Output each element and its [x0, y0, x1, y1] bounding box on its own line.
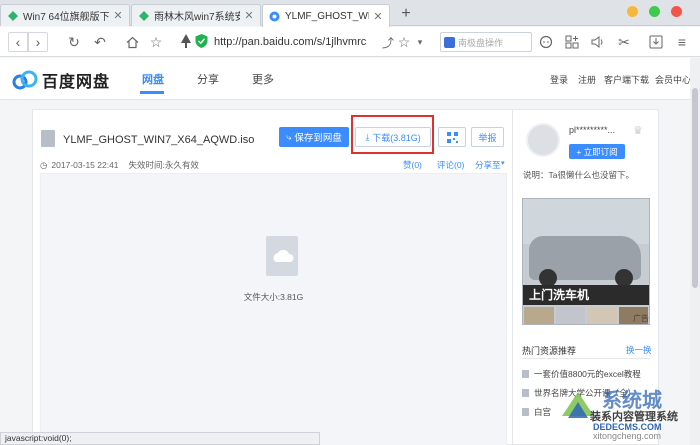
login-link[interactable]: 登录	[550, 73, 568, 86]
chevron-down-icon[interactable]: ▾	[410, 32, 430, 52]
subscribe-button[interactable]: + 立即订阅	[569, 144, 625, 159]
tab-ylmf-ghost[interactable]: YLMF_GHOST_WIN7_... ✕	[262, 4, 390, 27]
ad-thumbnail	[524, 307, 554, 324]
sharer-description: 说明：Ta很懒什么也没留下。	[523, 170, 634, 180]
share-to-link[interactable]: 分享至	[475, 159, 501, 171]
extensions-icon[interactable]	[562, 32, 582, 52]
leaf-icon	[180, 34, 192, 51]
hot-item[interactable]: 一套价值8800元的excel教程	[522, 368, 641, 380]
baidu-pan-icon	[269, 11, 280, 22]
qr-code-icon	[446, 131, 458, 143]
report-button[interactable]: 举报	[471, 127, 504, 147]
file-size-label: 文件大小:3.81G	[243, 292, 304, 302]
minimize-icon[interactable]	[627, 6, 638, 17]
maximize-icon[interactable]	[649, 6, 660, 17]
save-icon: ⤷	[286, 131, 292, 143]
nav-more[interactable]: 更多	[252, 71, 274, 87]
search-input[interactable]: 南极盘操作	[440, 32, 532, 52]
upload-date: 2017-03-15 22:41	[51, 160, 119, 170]
download-icon[interactable]	[646, 32, 666, 52]
close-icon[interactable]: ✕	[244, 9, 254, 22]
hot-item[interactable]: 白宫	[522, 406, 551, 418]
clock-icon: ◷	[40, 159, 48, 170]
status-bar: javascript:void(0);	[0, 432, 320, 445]
refresh-icon[interactable]: ↻	[64, 32, 84, 52]
file-preview-area: 文件大小:3.81G	[40, 173, 507, 445]
green-diamond-icon	[7, 10, 18, 21]
tab-win7-download[interactable]: Win7 64位旗舰版下载_... ✕	[0, 4, 130, 26]
doc-icon	[522, 370, 529, 378]
site-header: 百度网盘 网盘 分享 更多 登录 注册 客户端下载 会员中心	[0, 58, 700, 100]
hot-resources-title: 热门资源推荐	[522, 346, 577, 356]
ad-tag: 广告	[633, 314, 649, 323]
save-to-netdisk-button[interactable]: ⤷ 保存到网盘	[279, 127, 349, 147]
file-name: YLMF_GHOST_WIN7_X64_AQWD.iso	[63, 134, 255, 146]
avatar[interactable]	[526, 123, 560, 157]
divider	[522, 358, 650, 359]
active-tab-indicator	[140, 91, 164, 94]
close-window-icon[interactable]	[671, 6, 682, 17]
search-engine-icon	[444, 36, 455, 48]
search-placeholder: 南极盘操作	[458, 37, 504, 48]
green-diamond-icon	[138, 10, 149, 21]
star-icon[interactable]: ☆	[146, 32, 166, 52]
close-icon[interactable]: ✕	[113, 9, 123, 22]
tab-label: 雨林木风win7系统安装...	[154, 12, 240, 23]
doc-icon	[522, 389, 529, 397]
cloud-logo-icon	[12, 70, 38, 90]
hot-item-label: 白宫	[534, 407, 552, 417]
advertisement-image[interactable]: 上门洗车机	[522, 198, 650, 325]
hot-item-label: 一套价值8800元的excel教程	[534, 369, 641, 379]
chevron-down-icon[interactable]: ▾	[501, 159, 505, 167]
tab-strip: Win7 64位旗舰版下载_... ✕ 雨林木风win7系统安装... ✕ YL…	[0, 0, 700, 27]
ad-banner-text: 上门洗车机	[523, 285, 649, 305]
file-card: YLMF_GHOST_WIN7_X64_AQWD.iso ⤷ 保存到网盘 ⤓ 下…	[32, 109, 513, 445]
logo-text: 百度网盘	[42, 74, 111, 91]
chat-icon[interactable]	[536, 32, 556, 52]
crown-icon: ♛	[633, 125, 643, 137]
qr-code-button[interactable]	[438, 127, 466, 147]
close-icon[interactable]: ✕	[373, 10, 383, 23]
watermark: 系统城 装系内容管理系统 DEDECMS.COM xitongcheng.com	[560, 384, 700, 445]
scrollbar-thumb[interactable]	[692, 88, 698, 288]
doc-icon	[522, 408, 529, 416]
register-link[interactable]: 注册	[578, 73, 596, 86]
ad-thumbnail	[587, 307, 617, 324]
undo-icon[interactable]: ↶	[90, 32, 110, 52]
watermark-domain: xitongcheng.com	[593, 431, 662, 441]
sharer-username[interactable]: pl*********...	[569, 125, 615, 135]
menu-icon[interactable]: ≡	[672, 32, 692, 52]
baidu-pan-logo[interactable]: 百度网盘	[12, 68, 110, 92]
tab-label: YLMF_GHOST_WIN7_...	[285, 10, 369, 22]
nav-share[interactable]: 分享	[197, 71, 219, 87]
client-download-link[interactable]: 客户端下载	[604, 73, 649, 86]
vip-center-link[interactable]: 会员中心	[655, 73, 691, 86]
file-meta: ◷ 2017-03-15 22:41 失效时间:永久有效	[40, 159, 199, 171]
large-file-icon	[266, 236, 298, 276]
file-icon	[41, 130, 55, 147]
tab-ylmf-install[interactable]: 雨林木风win7系统安装... ✕	[131, 4, 261, 26]
navigation-bar: ‹ › ↻ ↶ ☆ http://pan.baidu.com/s/1jlhvmr…	[0, 27, 700, 57]
new-tab-button[interactable]: +	[397, 6, 415, 24]
refresh-recommendations-link[interactable]: 换一换	[626, 344, 652, 356]
url-text: http://pan.baidu.com/s/1jlhvmrc	[214, 35, 367, 48]
download-highlight-box	[351, 115, 434, 154]
scissors-icon[interactable]: ✂	[614, 32, 634, 52]
ad-thumbnails	[523, 306, 649, 324]
tab-label: Win7 64位旗舰版下载_...	[23, 12, 109, 23]
like-link[interactable]: 赞(0)	[403, 159, 422, 171]
ad-thumbnail	[555, 307, 585, 324]
save-label: 保存到网盘	[294, 133, 342, 144]
comment-link[interactable]: 评论(0)	[437, 159, 464, 171]
speaker-icon[interactable]	[588, 32, 608, 52]
shield-icon	[195, 34, 208, 51]
expiry-text: 失效时间:永久有效	[128, 160, 199, 170]
home-icon[interactable]	[122, 32, 142, 52]
nav-netdisk[interactable]: 网盘	[142, 71, 164, 87]
forward-button[interactable]: ›	[28, 32, 48, 52]
back-button[interactable]: ‹	[8, 32, 28, 52]
